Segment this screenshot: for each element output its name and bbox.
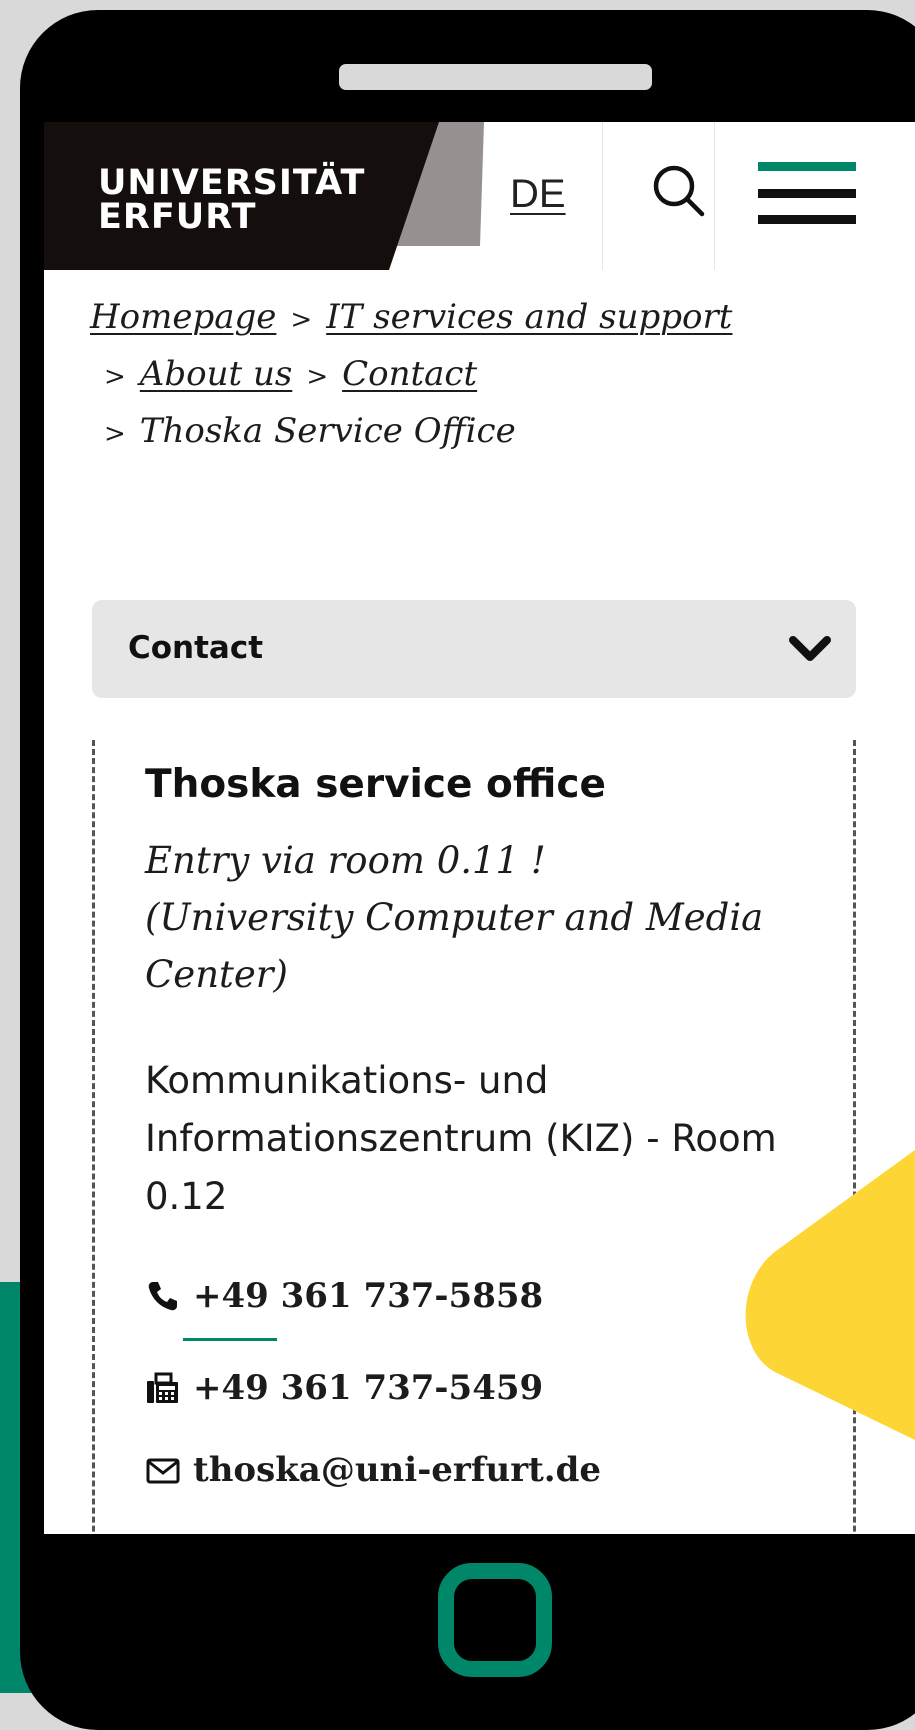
breadcrumb-link-it-services[interactable]: IT services and support	[326, 297, 732, 337]
fax-number-row: +49 361 737-5459	[145, 1368, 543, 1408]
phone-underline	[183, 1338, 277, 1341]
language-switch-link[interactable]: DE	[510, 172, 566, 217]
breadcrumb: Homepage > IT services and support > About …	[90, 290, 880, 461]
phone-link[interactable]: +49 361 737-5858	[145, 1276, 543, 1316]
breadcrumb-link-contact[interactable]: Contact	[342, 354, 477, 394]
breadcrumb-separator: >	[290, 305, 313, 335]
breadcrumb-current: Thoska Service Office	[139, 411, 516, 451]
university-logo[interactable]: UNIVERSITÄT ERFURT	[44, 122, 439, 270]
contact-note: Entry via room 0.11 ! (University Comput…	[145, 839, 764, 996]
fax-icon	[147, 1372, 178, 1403]
breadcrumb-separator: >	[306, 362, 329, 392]
fax-number: +49 361 737-5459	[193, 1368, 544, 1408]
breadcrumb-separator: >	[104, 362, 126, 392]
phone-speaker	[339, 64, 652, 90]
breadcrumb-link-about-us[interactable]: About us	[140, 354, 293, 394]
breadcrumb-link-homepage[interactable]: Homepage	[90, 297, 276, 337]
logo-line-2: ERFURT	[98, 197, 257, 237]
envelope-icon	[146, 1458, 180, 1484]
breadcrumb-separator: >	[104, 419, 126, 449]
home-button[interactable]	[438, 1563, 552, 1677]
email-address: thoska@uni-erfurt.de	[193, 1450, 602, 1490]
search-button[interactable]	[636, 150, 732, 242]
phone-number: +49 361 737-5858	[193, 1276, 544, 1316]
menu-button[interactable]	[758, 162, 858, 232]
contact-title: Thoska service office	[145, 762, 606, 807]
search-icon	[653, 165, 705, 217]
email-link[interactable]: thoska@uni-erfurt.de	[145, 1450, 601, 1490]
chevron-down-icon	[789, 636, 831, 661]
logo-text: UNIVERSITÄT ERFURT	[98, 163, 366, 237]
contact-panel: Thoska service office Entry via room 0.1…	[92, 740, 856, 1534]
contact-accordion-toggle[interactable]: Contact	[92, 600, 856, 698]
header-divider	[602, 122, 603, 270]
contact-address: Kommunikations- und Informationszentrum …	[145, 1059, 777, 1218]
logo-line-1: UNIVERSITÄT	[98, 163, 366, 203]
accordion-title: Contact	[128, 630, 264, 666]
header-divider	[714, 122, 715, 270]
site-header: UNIVERSITÄT ERFURT DE	[44, 122, 915, 270]
phone-icon	[148, 1282, 177, 1311]
phone-screen: UNIVERSITÄT ERFURT DE Homepage > IT servic…	[44, 122, 915, 1534]
